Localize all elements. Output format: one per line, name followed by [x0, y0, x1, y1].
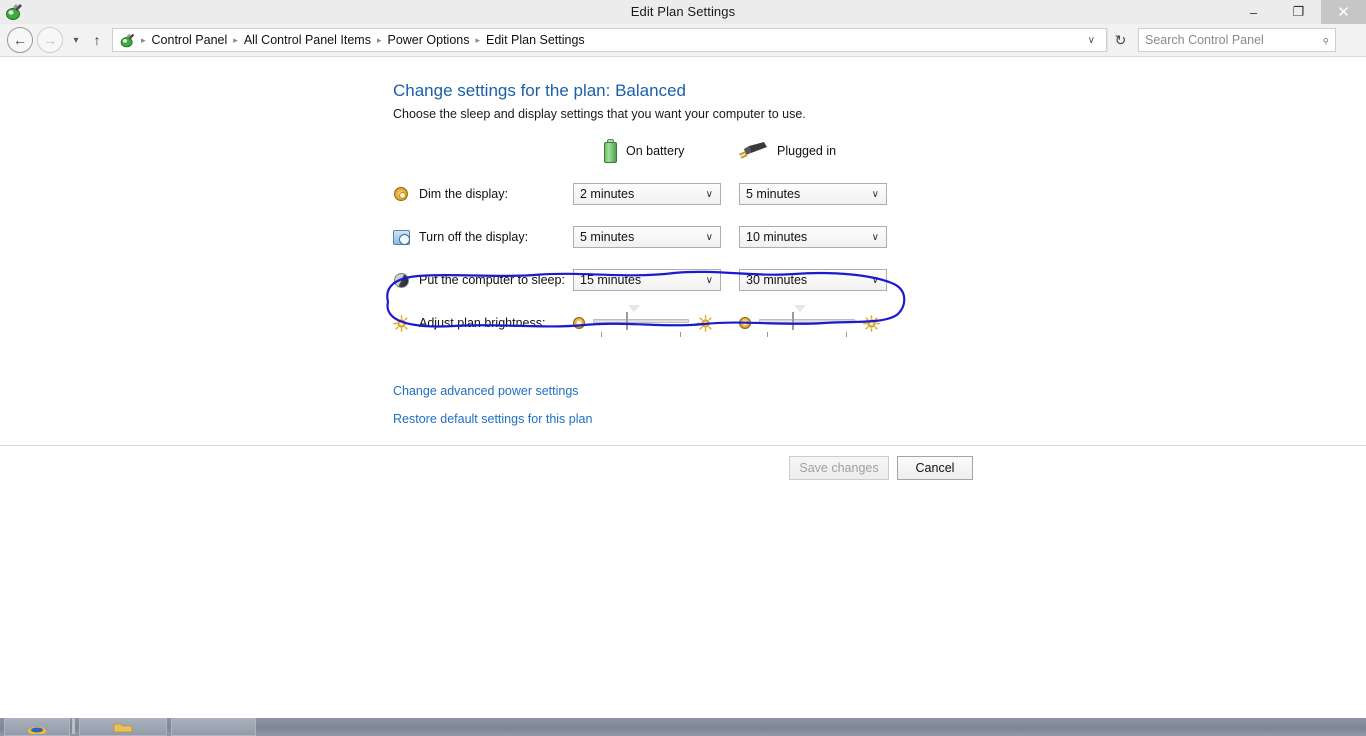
setting-row-brightness: Adjust plan brightness:: [393, 311, 545, 335]
brightness-icon: [393, 314, 410, 332]
brightness-low-icon: [573, 317, 585, 329]
cancel-button[interactable]: Cancel: [897, 456, 973, 480]
slider-tick: [680, 332, 681, 337]
dropdown-value: 5 minutes: [746, 187, 801, 201]
slider-tick: [846, 332, 847, 337]
chevron-down-icon[interactable]: ∨: [706, 232, 716, 243]
recent-locations-button[interactable]: ▾: [66, 27, 86, 53]
dim-display-icon: [393, 186, 410, 203]
brightness-slider-battery-group: [573, 305, 714, 337]
slider-track[interactable]: [759, 319, 855, 323]
breadcrumb-separator-1[interactable]: ▸: [231, 35, 240, 46]
breadcrumb-separator-2[interactable]: ▸: [375, 35, 384, 46]
brightness-slider-battery[interactable]: [593, 305, 689, 337]
forward-button[interactable]: →: [37, 27, 63, 53]
breadcrumb-item-edit-plan-settings[interactable]: Edit Plan Settings: [482, 33, 589, 47]
brightness-slider-plugged[interactable]: [759, 305, 855, 337]
breadcrumb-separator-3[interactable]: ▸: [473, 35, 482, 46]
search-placeholder: Search Control Panel: [1145, 33, 1264, 47]
slider-thumb[interactable]: [792, 305, 807, 331]
column-header-on-battery: On battery: [603, 138, 684, 164]
column-header-plugged-in: Plugged in: [737, 138, 836, 164]
chevron-down-icon[interactable]: ∨: [1081, 35, 1102, 46]
chevron-down-icon[interactable]: ∨: [872, 232, 882, 243]
page-title: Change settings for the plan: Balanced: [393, 81, 686, 100]
slider-tick: [601, 332, 602, 337]
breadcrumb-bar[interactable]: ▸ Control Panel ▸ All Control Panel Item…: [112, 28, 1107, 52]
brightness-slider-plugged-group: [739, 305, 880, 337]
dropdown-sleep-battery[interactable]: 15 minutes ∨: [573, 269, 721, 291]
taskbar-item-1[interactable]: [4, 718, 70, 736]
brightness-high-icon: [697, 314, 714, 332]
chevron-down-icon[interactable]: ∨: [706, 275, 716, 286]
back-button[interactable]: ←: [7, 27, 33, 53]
setting-label-dim-display: Dim the display:: [419, 187, 508, 201]
window-controls: – ❐ ✕: [1231, 0, 1366, 24]
refresh-icon[interactable]: ↻: [1107, 28, 1133, 52]
taskbar-separator: [72, 718, 75, 734]
slider-thumb[interactable]: [626, 305, 641, 331]
page-subtitle: Choose the sleep and display settings th…: [393, 107, 806, 121]
taskbar: [0, 718, 1366, 736]
breadcrumb-separator-0: ▸: [141, 34, 146, 45]
dropdown-dim-display-plugged[interactable]: 5 minutes ∨: [739, 183, 887, 205]
slider-track[interactable]: [593, 319, 689, 323]
slider-tick: [767, 332, 768, 337]
column-label-plugged-in: Plugged in: [777, 144, 837, 158]
search-input[interactable]: Search Control Panel ⌕: [1138, 28, 1336, 52]
setting-row-dim-display: Dim the display:: [393, 182, 508, 206]
title-bar: Edit Plan Settings – ❐ ✕: [0, 0, 1366, 24]
column-label-on-battery: On battery: [626, 144, 685, 158]
address-bar: ← → ▾ ↑ ▸ Control Panel ▸ All Control Pa…: [0, 24, 1366, 57]
dropdown-turn-off-display-plugged[interactable]: 10 minutes ∨: [739, 226, 887, 248]
sleep-icon: [393, 272, 410, 289]
taskbar-item-2[interactable]: [79, 718, 167, 736]
setting-label-turn-off-display: Turn off the display:: [419, 230, 529, 244]
chevron-down-icon[interactable]: ∨: [872, 189, 882, 200]
maximize-button[interactable]: ❐: [1276, 0, 1321, 24]
setting-label-brightness: Adjust plan brightness:: [419, 316, 546, 330]
content-area: Change settings for the plan: Balanced C…: [0, 58, 1366, 718]
link-restore-default-settings[interactable]: Restore default settings for this plan: [393, 412, 592, 426]
minimize-button[interactable]: –: [1231, 0, 1276, 24]
divider: [0, 445, 1366, 446]
dropdown-value: 15 minutes: [580, 273, 642, 287]
battery-icon: [603, 139, 618, 163]
power-plug-icon: [737, 141, 769, 161]
breadcrumb-icon: [119, 32, 136, 49]
dropdown-value: 5 minutes: [580, 230, 635, 244]
dropdown-turn-off-display-battery[interactable]: 5 minutes ∨: [573, 226, 721, 248]
breadcrumb-item-all-control-panel-items[interactable]: All Control Panel Items: [240, 33, 375, 47]
save-changes-button[interactable]: Save changes: [789, 456, 889, 480]
close-button[interactable]: ✕: [1321, 0, 1366, 24]
breadcrumb-item-power-options[interactable]: Power Options: [383, 33, 473, 47]
dropdown-value: 30 minutes: [746, 273, 808, 287]
dropdown-sleep-plugged[interactable]: 30 minutes ∨: [739, 269, 887, 291]
breadcrumb-item-control-panel[interactable]: Control Panel: [148, 33, 232, 47]
dropdown-value: 2 minutes: [580, 187, 635, 201]
link-change-advanced-power-settings[interactable]: Change advanced power settings: [393, 384, 579, 398]
up-button[interactable]: ↑: [86, 27, 108, 53]
setting-row-turn-off-display: Turn off the display:: [393, 225, 528, 249]
window-title: Edit Plan Settings: [630, 4, 736, 19]
setting-label-sleep: Put the computer to sleep:: [419, 273, 565, 287]
dropdown-value: 10 minutes: [746, 230, 808, 244]
taskbar-item-3[interactable]: [171, 718, 256, 736]
dropdown-dim-display-battery[interactable]: 2 minutes ∨: [573, 183, 721, 205]
chevron-down-icon[interactable]: ∨: [872, 275, 882, 286]
brightness-high-icon: [863, 314, 880, 332]
setting-row-sleep: Put the computer to sleep:: [393, 268, 565, 292]
brightness-low-icon: [739, 317, 751, 329]
turn-off-display-icon: [393, 229, 410, 246]
chevron-down-icon[interactable]: ∨: [706, 189, 716, 200]
